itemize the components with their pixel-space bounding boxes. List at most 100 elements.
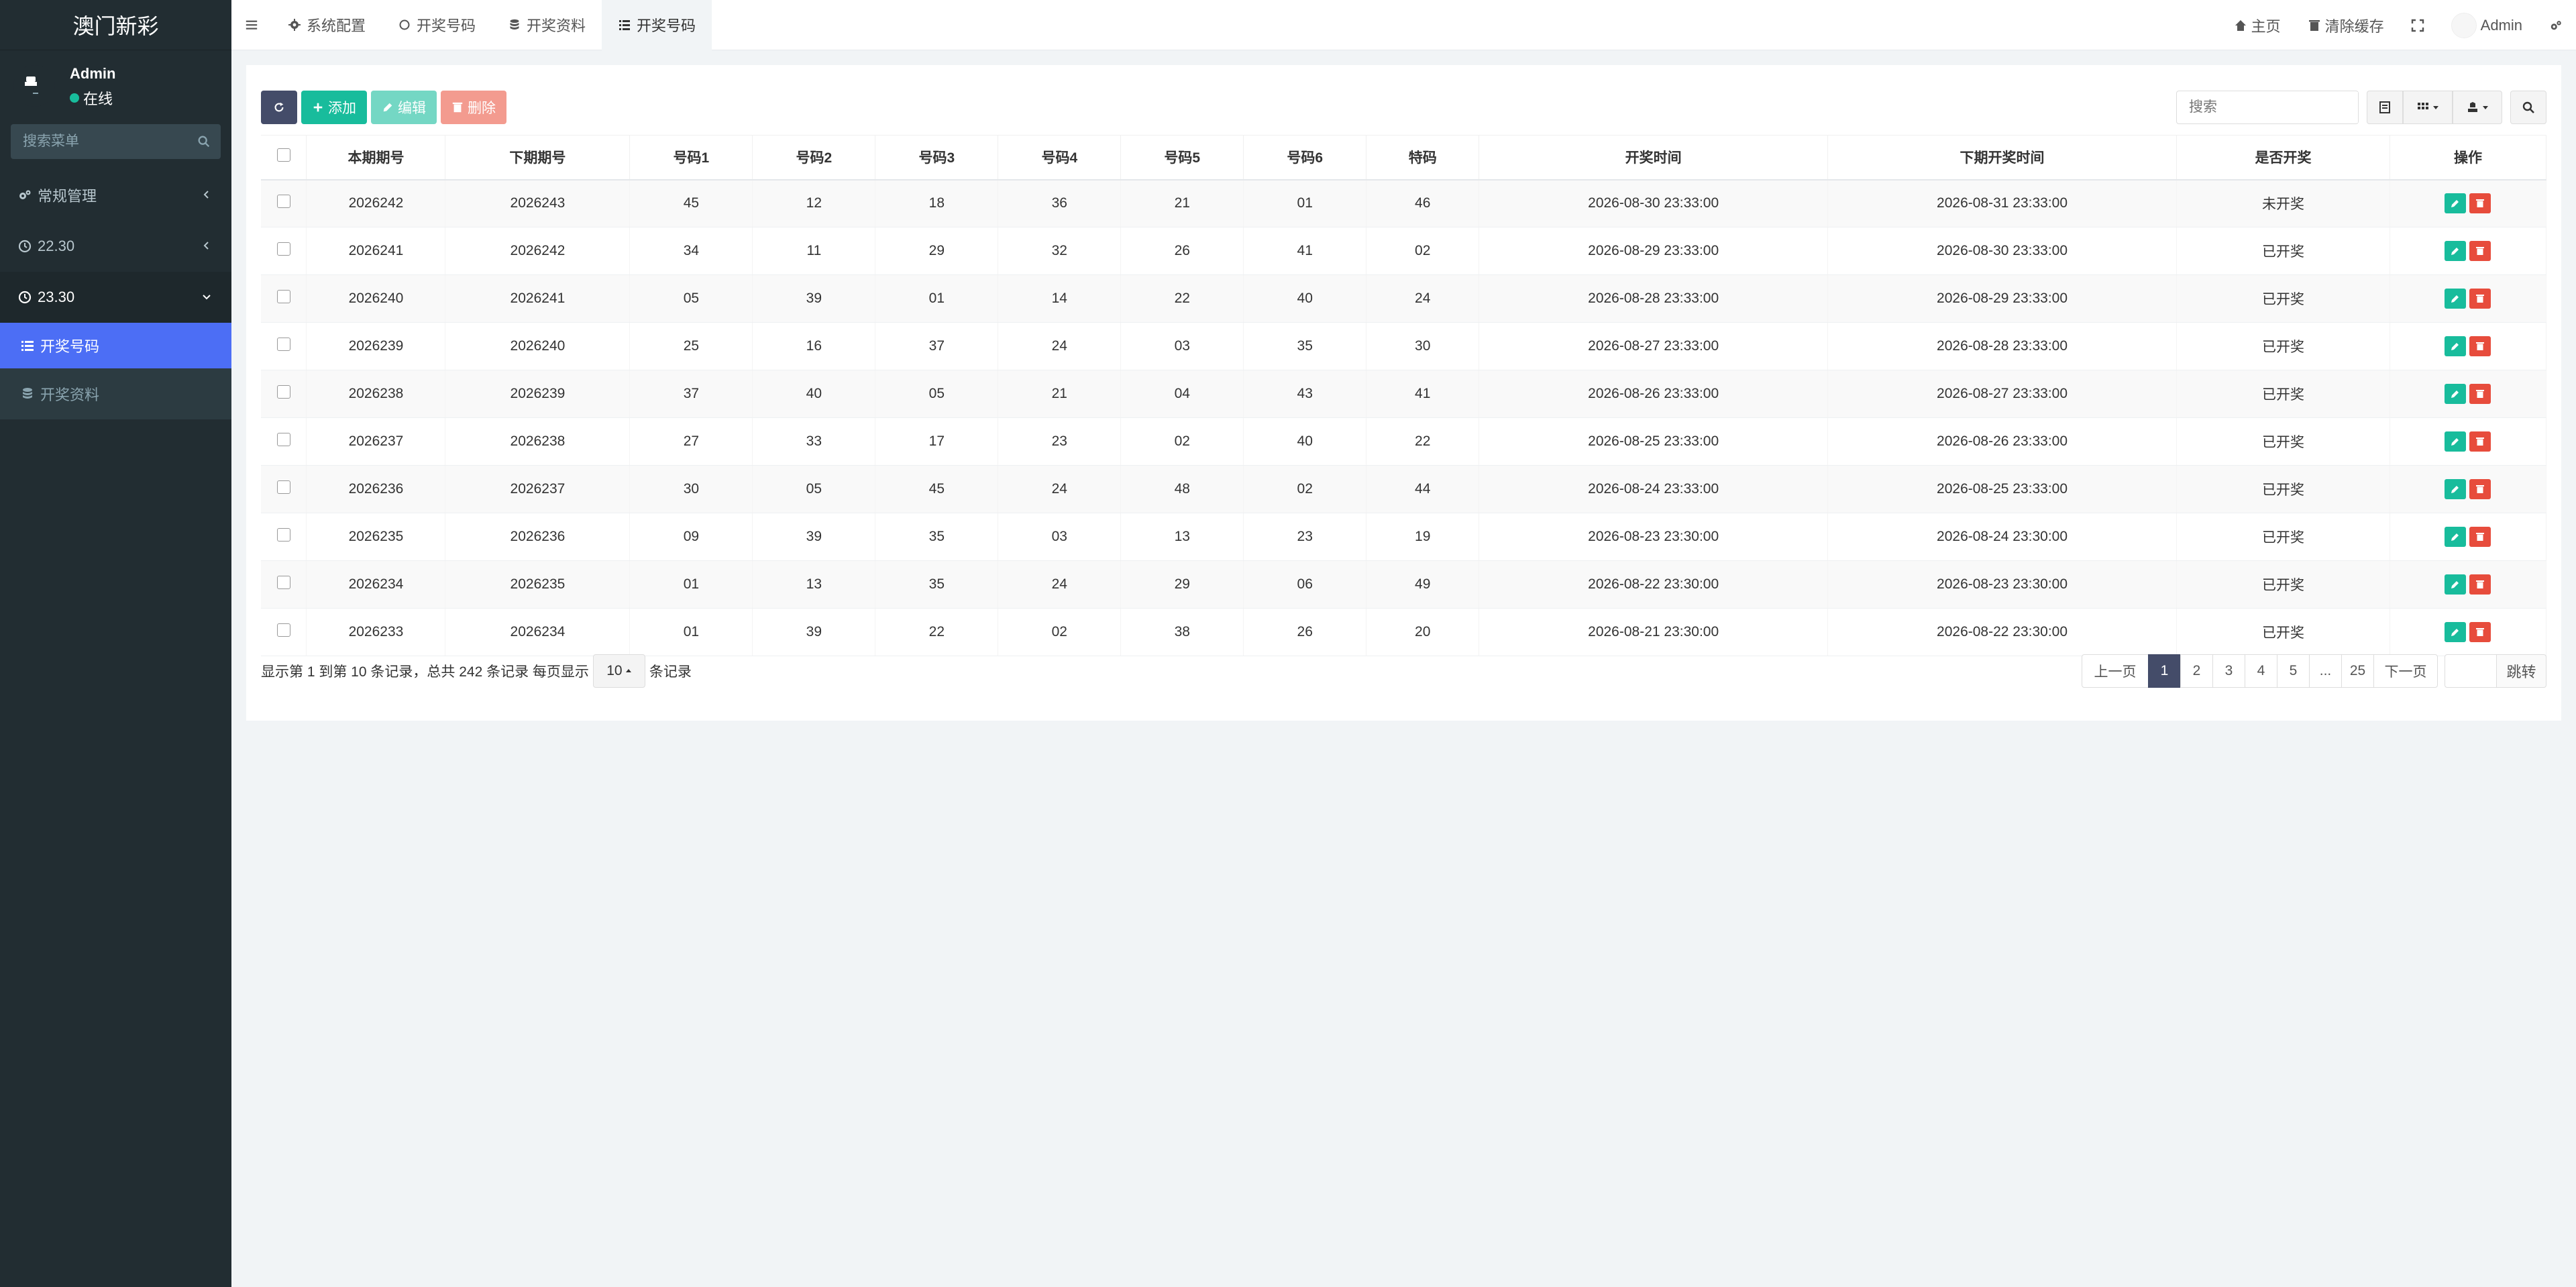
prev-page-button[interactable]: 上一页 bbox=[2082, 654, 2149, 688]
row-checkbox[interactable] bbox=[276, 576, 290, 589]
page-button[interactable]: 5 bbox=[2277, 654, 2310, 688]
row-checkbox[interactable] bbox=[276, 433, 290, 446]
sidebar-item-2230[interactable]: 22.30 bbox=[0, 221, 231, 272]
row-checkbox[interactable] bbox=[276, 623, 290, 637]
row-delete-button[interactable] bbox=[2469, 384, 2491, 404]
column-header[interactable]: 号码6 bbox=[1243, 135, 1367, 181]
sidebar-item-general[interactable]: 常规管理 bbox=[0, 170, 231, 221]
delete-button[interactable]: 删除 bbox=[441, 91, 506, 124]
table-row[interactable]: 2026239 2026240 25 16 37 24 03 35 30 2026-08-27 2… bbox=[261, 322, 2547, 370]
page-button[interactable]: 2 bbox=[2180, 654, 2213, 688]
table-cell: 2026-08-22 23:30:00 bbox=[1827, 608, 2177, 656]
row-edit-button[interactable] bbox=[2445, 431, 2467, 452]
table-cell: 22 bbox=[1366, 417, 1480, 466]
row-delete-button[interactable] bbox=[2469, 431, 2491, 452]
jump-page-input[interactable] bbox=[2445, 654, 2497, 688]
sidebar-item-2330[interactable]: 23.30 bbox=[0, 272, 231, 323]
row-edit-button[interactable] bbox=[2445, 622, 2467, 642]
row-delete-button[interactable] bbox=[2469, 527, 2491, 547]
menu-search-input[interactable] bbox=[11, 124, 221, 159]
table-cell: 23 bbox=[998, 417, 1122, 466]
row-edit-button[interactable] bbox=[2445, 527, 2467, 547]
edit-button[interactable]: 编辑 bbox=[371, 91, 437, 124]
page-size-select[interactable]: 10 bbox=[592, 654, 645, 688]
row-edit-button[interactable] bbox=[2445, 384, 2467, 404]
row-edit-button[interactable] bbox=[2445, 241, 2467, 261]
next-page-button[interactable]: 下一页 bbox=[2373, 654, 2438, 688]
table-cell: 2026233 bbox=[306, 608, 446, 656]
refresh-button[interactable] bbox=[261, 91, 297, 124]
row-edit-button[interactable] bbox=[2445, 336, 2467, 356]
row-checkbox[interactable] bbox=[276, 242, 290, 256]
app-logo[interactable]: 澳门新彩 bbox=[0, 0, 231, 50]
row-edit-button[interactable] bbox=[2445, 193, 2467, 214]
clear-cache-link[interactable]: 清除缓存 bbox=[2294, 0, 2398, 50]
sidebar-toggle-button[interactable] bbox=[231, 0, 272, 50]
jump-button[interactable]: 跳转 bbox=[2497, 654, 2546, 688]
table-row[interactable]: 2026234 2026235 01 13 35 24 29 06 49 2026-08-22 2… bbox=[261, 560, 2547, 609]
column-header[interactable]: 开奖时间 bbox=[1479, 135, 1829, 181]
table-row[interactable]: 2026238 2026239 37 40 05 21 04 43 41 2026-08-26 2… bbox=[261, 370, 2547, 418]
row-checkbox[interactable] bbox=[276, 480, 290, 494]
sidebar-item-draw-data[interactable]: 开奖资料 bbox=[0, 368, 231, 419]
row-delete-button[interactable] bbox=[2469, 479, 2491, 499]
row-edit-button[interactable] bbox=[2445, 479, 2467, 499]
row-delete-button[interactable] bbox=[2469, 336, 2491, 356]
table-row[interactable]: 2026233 2026234 01 39 22 02 38 26 20 2026-08-21 2… bbox=[261, 608, 2547, 656]
table-row[interactable]: 2026237 2026238 27 33 17 23 02 40 22 2026-08-25 2… bbox=[261, 417, 2547, 466]
page-button[interactable]: 3 bbox=[2212, 654, 2245, 688]
table-row[interactable]: 2026235 2026236 09 39 35 03 13 23 19 2026-08-23 2… bbox=[261, 513, 2547, 561]
row-checkbox[interactable] bbox=[276, 385, 290, 399]
tab-draw-numbers[interactable]: 开奖号码 bbox=[382, 0, 492, 50]
draw-numbers-table: 本期期号 下期期号 号码1 号码2 号码3 号码4 号码5 号码6 特码 开奖时… bbox=[261, 135, 2547, 656]
column-header[interactable]: 本期期号 bbox=[306, 135, 446, 181]
page-button-current[interactable]: 1 bbox=[2148, 654, 2181, 688]
column-header[interactable]: 是否开奖 bbox=[2176, 135, 2390, 181]
row-edit-button[interactable] bbox=[2445, 289, 2467, 309]
fullscreen-button[interactable] bbox=[2398, 0, 2438, 50]
table-row[interactable]: 2026240 2026241 05 39 01 14 22 40 24 2026-08-28 2… bbox=[261, 274, 2547, 323]
table-row[interactable]: 2026241 2026242 34 11 29 32 26 41 02 2026-08-29 2… bbox=[261, 227, 2547, 275]
page-button[interactable]: 25 bbox=[2341, 654, 2374, 688]
add-button[interactable]: 添加 bbox=[301, 91, 367, 124]
row-delete-button[interactable] bbox=[2469, 622, 2491, 642]
column-header[interactable]: 号码5 bbox=[1120, 135, 1244, 181]
row-edit-button[interactable] bbox=[2445, 574, 2467, 595]
user-menu[interactable]: Admin bbox=[2438, 0, 2536, 50]
toggle-view-button[interactable] bbox=[2367, 91, 2403, 124]
home-link[interactable]: 主页 bbox=[2220, 0, 2294, 50]
table-row[interactable]: 2026236 2026237 30 05 45 24 48 02 44 2026-08-24 2… bbox=[261, 465, 2547, 513]
select-all-checkbox[interactable] bbox=[276, 148, 290, 162]
tab-draw-numbers-active[interactable]: 开奖号码 bbox=[602, 0, 712, 50]
page-button[interactable]: 4 bbox=[2245, 654, 2277, 688]
cogs-icon bbox=[2551, 20, 2561, 30]
sidebar-item-draw-numbers[interactable]: 开奖号码 bbox=[0, 323, 231, 368]
column-header[interactable]: 号码1 bbox=[629, 135, 753, 181]
column-header[interactable]: 下期开奖时间 bbox=[1827, 135, 2177, 181]
table-cell: 37 bbox=[875, 322, 999, 370]
row-checkbox[interactable] bbox=[276, 195, 290, 209]
column-header[interactable]: 号码4 bbox=[998, 135, 1122, 181]
table-search-input[interactable] bbox=[2189, 92, 2358, 123]
row-delete-button[interactable] bbox=[2469, 289, 2491, 309]
control-sidebar-toggle[interactable] bbox=[2536, 0, 2576, 50]
column-header[interactable]: 下期期号 bbox=[445, 135, 631, 181]
row-checkbox[interactable] bbox=[276, 528, 290, 542]
column-header[interactable]: 特码 bbox=[1366, 135, 1480, 181]
row-checkbox[interactable] bbox=[276, 290, 290, 303]
table-row[interactable]: 2026242 2026243 45 12 18 36 21 01 46 2026-08-30 2… bbox=[261, 179, 2547, 227]
columns-button[interactable] bbox=[2403, 91, 2453, 124]
search-icon[interactable] bbox=[197, 134, 211, 149]
export-button[interactable] bbox=[2453, 91, 2502, 124]
advanced-search-button[interactable] bbox=[2510, 91, 2546, 124]
row-delete-button[interactable] bbox=[2469, 193, 2491, 214]
column-header[interactable]: 号码2 bbox=[752, 135, 876, 181]
column-header[interactable]: 号码3 bbox=[875, 135, 999, 181]
row-checkbox[interactable] bbox=[276, 338, 290, 351]
row-delete-button[interactable] bbox=[2469, 241, 2491, 261]
user-status-label: 在线 bbox=[83, 91, 113, 107]
tab-draw-data[interactable]: 开奖资料 bbox=[492, 0, 602, 50]
row-delete-button[interactable] bbox=[2469, 574, 2491, 595]
sidebar-menu: 常规管理 22.30 23.30 开奖号码 开奖资料 bbox=[0, 170, 231, 419]
tab-system-config[interactable]: 系统配置 bbox=[272, 0, 382, 50]
